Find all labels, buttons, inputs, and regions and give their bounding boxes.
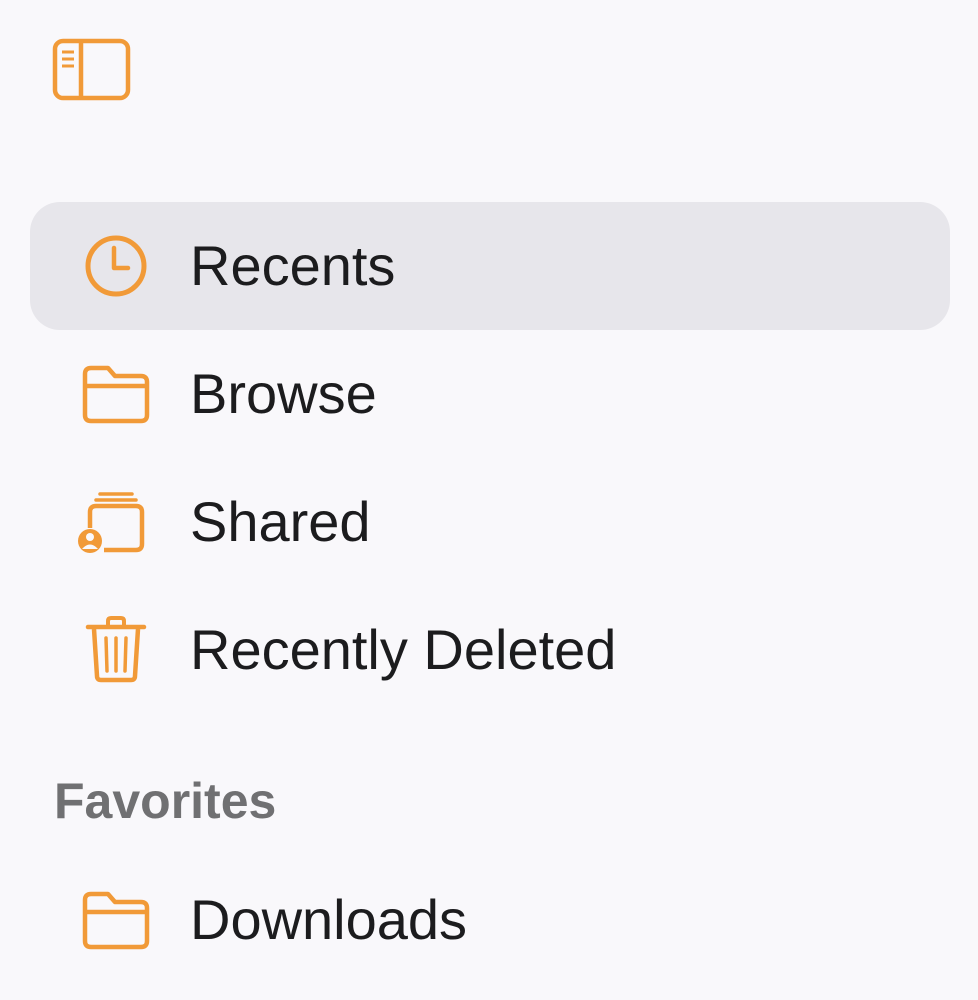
- favorites-section-header: Favorites: [54, 773, 277, 829]
- trash-icon: [78, 616, 154, 684]
- sidebar-left-icon: [52, 38, 131, 101]
- sidebar-item-recently-deleted[interactable]: Recently Deleted: [30, 586, 950, 714]
- shared-folder-icon: [78, 488, 154, 556]
- sidebar-item-browse[interactable]: Browse: [30, 330, 950, 458]
- folder-icon: [78, 886, 154, 954]
- clock-icon: [78, 232, 154, 300]
- sidebar-item-label: Recently Deleted: [190, 618, 617, 681]
- sidebar-item-recents[interactable]: Recents: [30, 202, 950, 330]
- sidebar-item-label: Recents: [190, 234, 396, 297]
- sidebar-item-downloads[interactable]: Downloads: [30, 856, 950, 984]
- sidebar-item-label: Downloads: [190, 888, 468, 951]
- sidebar-item-label: Browse: [190, 362, 377, 425]
- sidebar-toggle-button[interactable]: [52, 38, 132, 102]
- folder-icon: [78, 360, 154, 428]
- sidebar-item-label: Shared: [190, 490, 371, 553]
- sidebar-item-shared[interactable]: Shared: [30, 458, 950, 586]
